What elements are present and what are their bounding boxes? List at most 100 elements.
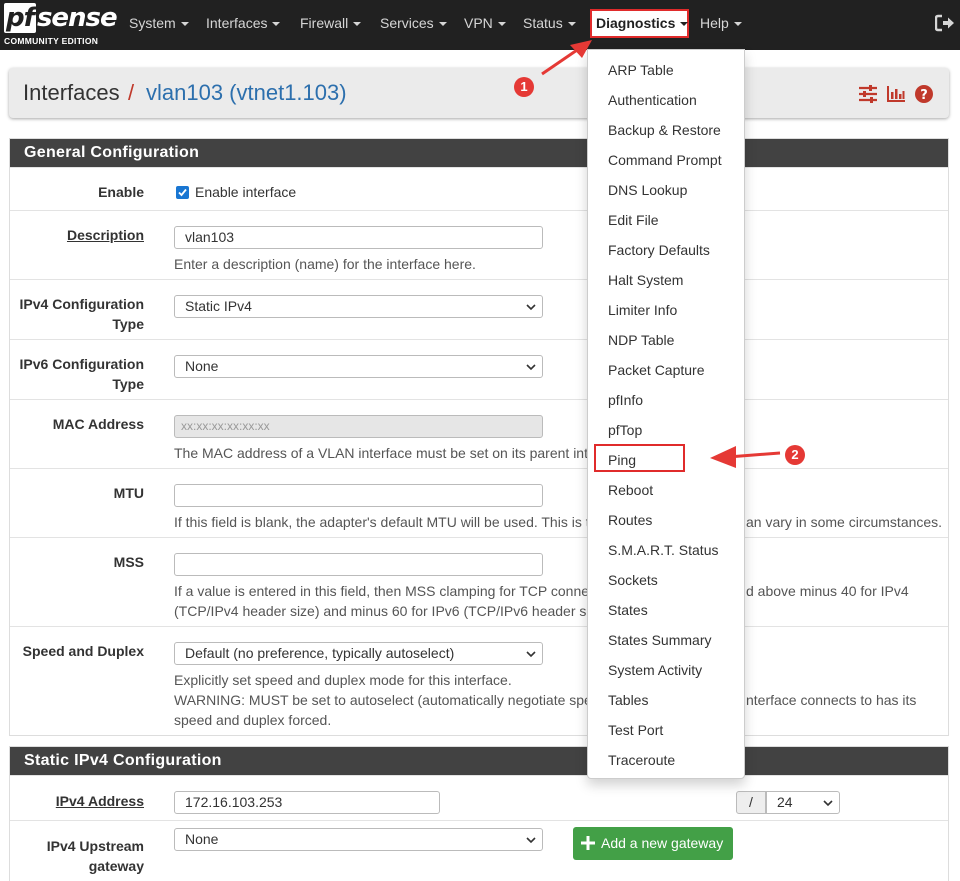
ipv6-type-select[interactable]: None: [174, 355, 543, 378]
menu-item-command-prompt[interactable]: Command Prompt: [608, 150, 722, 170]
row-ipv4-type: IPv4 Configuration Type Static IPv4: [10, 279, 948, 339]
ping-highlight-box: [594, 444, 685, 472]
ipv6-type-label: IPv6 Configuration: [19, 356, 144, 372]
menu-item-halt-system[interactable]: Halt System: [608, 270, 683, 290]
svg-text:?: ?: [920, 88, 928, 103]
caret-down-icon: [180, 22, 189, 27]
breadcrumb-separator: /: [128, 80, 135, 105]
nav-vpn[interactable]: VPN: [464, 0, 506, 46]
breadcrumb-current[interactable]: vlan103 (vtnet1.103): [146, 80, 347, 106]
mss-label: MSS: [113, 554, 144, 570]
ipv4-address-label: IPv4 Address: [55, 793, 144, 809]
description-input[interactable]: vlan103: [174, 226, 543, 249]
enable-checkbox[interactable]: [176, 186, 189, 199]
row-speed-duplex: Speed and Duplex Default (no preference,…: [10, 626, 948, 736]
ipv4-type-label: IPv4 Configuration: [19, 296, 144, 312]
help-icon[interactable]: ?: [914, 84, 934, 104]
diagnostics-dropdown-menu: ARP Table Authentication Backup & Restor…: [587, 49, 745, 779]
nav-interfaces-label: Interfaces: [206, 15, 268, 31]
menu-item-backup-restore[interactable]: Backup & Restore: [608, 120, 721, 140]
menu-item-arp-table[interactable]: ARP Table: [608, 60, 674, 80]
cidr-separator: /: [736, 791, 766, 814]
mac-label: MAC Address: [52, 416, 144, 432]
ipv4-type-select[interactable]: Static IPv4: [174, 295, 543, 318]
nav-interfaces[interactable]: Interfaces: [206, 0, 281, 46]
chevron-down-icon: [823, 800, 833, 807]
plus-icon: [581, 836, 595, 850]
ipv6-type-value: None: [185, 358, 219, 374]
ipv4-address-input[interactable]: 172.16.103.253: [174, 791, 440, 814]
nav-diagnostics[interactable]: Diagnostics: [590, 9, 689, 38]
mtu-help: If this field is blank, the adapter's de…: [174, 514, 590, 530]
nav-services[interactable]: Services: [380, 0, 447, 46]
nav-firewall[interactable]: Firewall: [300, 0, 362, 46]
mss-help: If a value is entered in this field, the…: [174, 583, 590, 599]
menu-item-system-activity[interactable]: System Activity: [608, 660, 702, 680]
menu-item-sockets[interactable]: Sockets: [608, 570, 658, 590]
general-config-panel: General Configuration Enable Enable inte…: [9, 138, 949, 736]
row-mss: MSS If a value is entered in this field,…: [10, 537, 948, 626]
pfsense-logo[interactable]: pf sense COMMUNITY EDITION: [4, 3, 118, 47]
panel-title: General Configuration: [10, 139, 948, 167]
menu-item-states[interactable]: States: [608, 600, 648, 620]
page-header: Interfaces / vlan103 (vtnet1.103) ?: [9, 68, 949, 118]
menu-item-factory-defaults[interactable]: Factory Defaults: [608, 240, 710, 260]
caret-down-icon: [733, 22, 742, 27]
breadcrumb-interfaces[interactable]: Interfaces: [23, 80, 120, 106]
cidr-select[interactable]: 24: [766, 791, 840, 814]
menu-item-tables[interactable]: Tables: [608, 690, 648, 710]
nav-system[interactable]: System: [129, 0, 189, 46]
ipv4-gateway-label-2: gateway: [88, 858, 144, 874]
speed-duplex-warning-2: speed and duplex forced.: [174, 712, 332, 728]
menu-item-packet-capture[interactable]: Packet Capture: [608, 360, 705, 380]
add-gateway-label: Add a new gateway: [601, 835, 724, 851]
add-gateway-button[interactable]: Add a new gateway: [573, 827, 734, 860]
nav-help[interactable]: Help: [700, 0, 742, 46]
sliders-icon[interactable]: [858, 84, 878, 104]
speed-duplex-select[interactable]: Default (no preference, typically autose…: [174, 642, 543, 665]
description-label: Description: [66, 227, 144, 243]
menu-item-authentication[interactable]: Authentication: [608, 90, 697, 110]
speed-duplex-warning-right: nterface connects to has its: [746, 692, 917, 708]
menu-item-ndp-table[interactable]: NDP Table: [608, 330, 674, 350]
menu-item-traceroute[interactable]: Traceroute: [608, 750, 675, 770]
row-ipv4-gateway: IPv4 Upstream gateway None Add a new gat…: [10, 820, 948, 881]
checkmark-icon: [178, 188, 187, 197]
logo-sense: sense: [36, 3, 118, 33]
speed-duplex-value: Default (no preference, typically autose…: [185, 645, 455, 661]
annotation-badge-2: 2: [785, 445, 805, 465]
ipv4-type-value: Static IPv4: [185, 298, 252, 314]
chevron-down-icon: [526, 651, 536, 658]
nav-help-label: Help: [700, 15, 729, 31]
annotation-badge-1: 1: [514, 77, 534, 97]
row-ipv6-type: IPv6 Configuration Type None: [10, 339, 948, 399]
logout-icon[interactable]: [935, 14, 955, 32]
mac-input[interactable]: xx:xx:xx:xx:xx:xx: [174, 415, 543, 438]
top-navbar: pf sense COMMUNITY EDITION System Interfa…: [0, 0, 960, 50]
menu-item-routes[interactable]: Routes: [608, 510, 652, 530]
menu-item-states-summary[interactable]: States Summary: [608, 630, 711, 650]
enable-checkbox-label[interactable]: Enable interface: [195, 182, 296, 202]
menu-item-smart-status[interactable]: S.M.A.R.T. Status: [608, 540, 718, 560]
ipv4-gateway-value: None: [185, 831, 219, 847]
speed-duplex-warning: WARNING: MUST be set to autoselect (auto…: [174, 692, 592, 708]
chart-icon[interactable]: [886, 84, 906, 104]
nav-vpn-label: VPN: [464, 15, 493, 31]
menu-item-dns-lookup[interactable]: DNS Lookup: [608, 180, 687, 200]
ipv6-type-label-2: Type: [112, 376, 144, 392]
row-mac: MAC Address xx:xx:xx:xx:xx:xx The MAC ad…: [10, 399, 948, 468]
speed-duplex-help: Explicitly set speed and duplex mode for…: [174, 672, 512, 688]
menu-item-pftop[interactable]: pfTop: [608, 420, 642, 440]
ipv4-gateway-select[interactable]: None: [174, 828, 543, 851]
menu-item-edit-file[interactable]: Edit File: [608, 210, 659, 230]
static-ipv4-panel: Static IPv4 Configuration IPv4 Address 1…: [9, 746, 949, 881]
menu-item-pfinfo[interactable]: pfInfo: [608, 390, 643, 410]
mss-input[interactable]: [174, 553, 543, 576]
logo-pf: pf: [4, 3, 36, 33]
row-description: Description vlan103 Enter a description …: [10, 210, 948, 279]
nav-services-label: Services: [380, 15, 434, 31]
menu-item-reboot[interactable]: Reboot: [608, 480, 653, 500]
menu-item-test-port[interactable]: Test Port: [608, 720, 663, 740]
menu-item-limiter-info[interactable]: Limiter Info: [608, 300, 677, 320]
mtu-input[interactable]: [174, 484, 543, 507]
